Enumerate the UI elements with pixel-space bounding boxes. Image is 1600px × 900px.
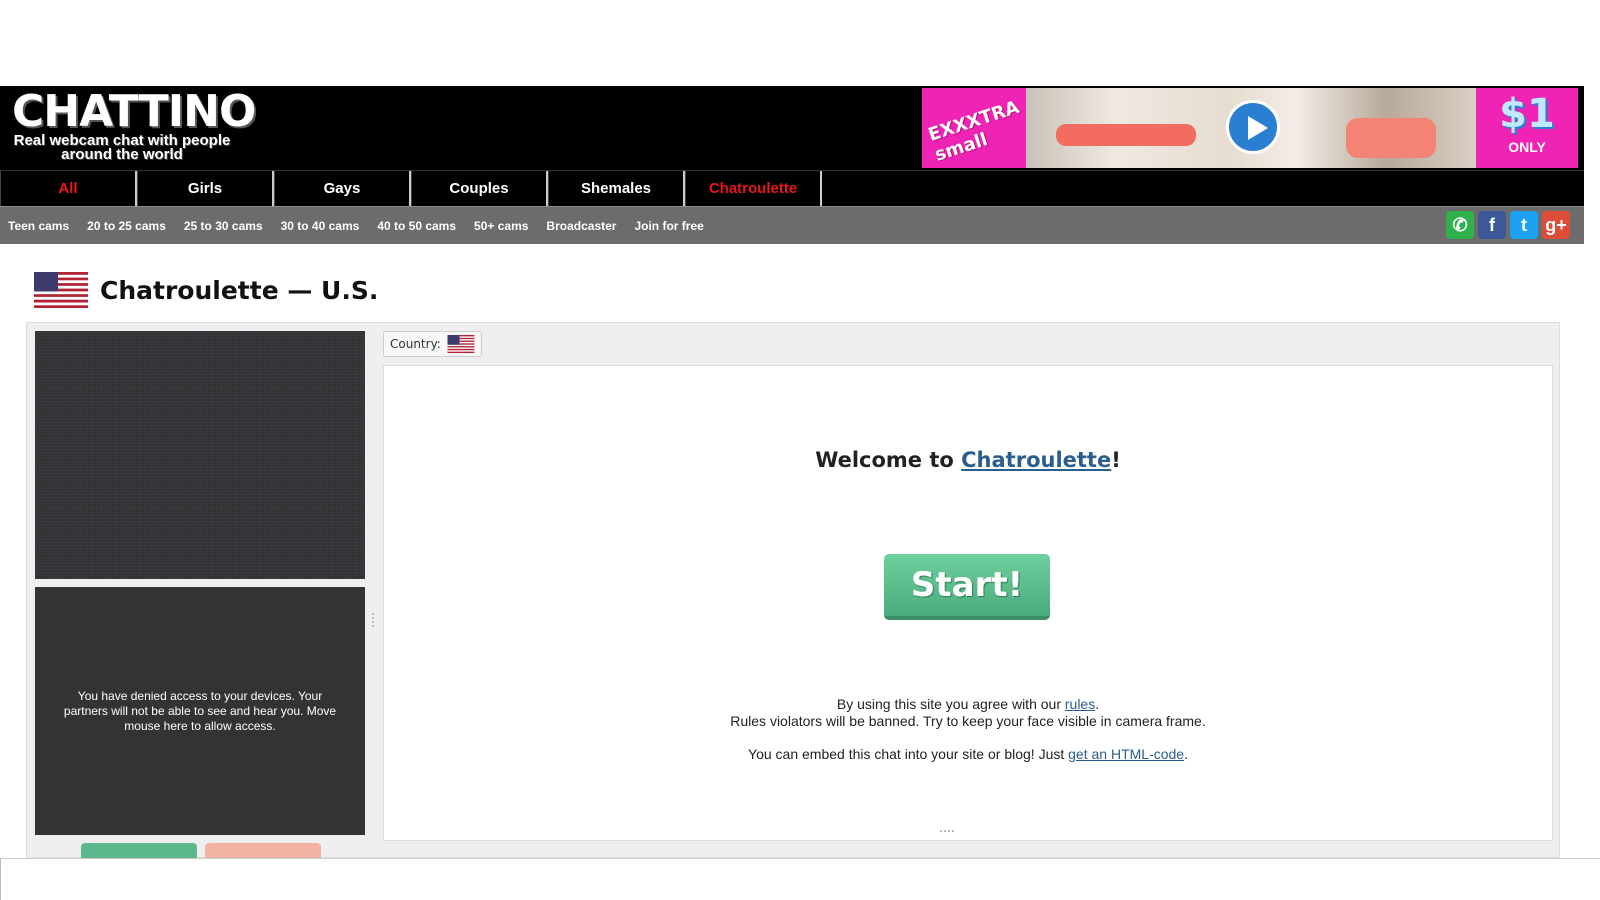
chat-panel: Welcome to Chatroulette! Start! By using… (383, 365, 1553, 841)
resize-handle[interactable] (372, 613, 374, 627)
logo-title: CHATTINO (12, 86, 256, 137)
google-plus-icon[interactable]: g+ (1542, 211, 1570, 239)
play-icon[interactable] (1226, 100, 1280, 154)
nav-tab-gays[interactable]: Gays (274, 171, 411, 206)
page-title-row: Chatroulette — U.S. (34, 272, 378, 308)
welcome-prefix: Welcome to (815, 448, 962, 472)
chat-container: You have denied access to your devices. … (26, 322, 1560, 859)
nav-tab-all[interactable]: All (0, 171, 137, 206)
whatsapp-icon[interactable]: ✆ (1446, 211, 1474, 239)
banner-price: $1 ONLY (1476, 88, 1578, 168)
page: CHATTINO Real webcam chat with people ar… (0, 0, 1600, 900)
banner-price-caption: ONLY (1508, 139, 1546, 155)
ad-banner[interactable]: EXXXTRA small $1 ONLY (922, 88, 1578, 168)
nav-tab-couples[interactable]: Couples (411, 171, 548, 206)
stop-button[interactable] (205, 843, 321, 859)
subnav-item[interactable]: 25 to 30 cams (184, 219, 263, 233)
own-video[interactable]: You have denied access to your devices. … (35, 587, 365, 835)
welcome-heading: Welcome to Chatroulette! (384, 448, 1552, 472)
country-selector[interactable]: Country: (383, 331, 482, 357)
subnav-item[interactable]: Broadcaster (546, 219, 616, 233)
site-header: CHATTINO Real webcam chat with people ar… (0, 86, 1584, 170)
nav-tab-shemales[interactable]: Shemales (548, 171, 685, 206)
logo-tagline: Real webcam chat with people around the … (13, 132, 231, 163)
banner-brand: EXXXTRA small (922, 88, 1026, 168)
banner-photo-figure-1 (1056, 124, 1196, 146)
html-code-link[interactable]: get an HTML-code (1068, 746, 1184, 762)
rules-suffix: . (1095, 696, 1100, 712)
social-links: ✆ f t g+ (1446, 211, 1570, 239)
site-logo[interactable]: CHATTINO Real webcam chat with people ar… (12, 86, 256, 163)
chatroulette-link[interactable]: Chatroulette (961, 448, 1111, 472)
twitter-icon[interactable]: t (1510, 211, 1538, 239)
next-button[interactable] (81, 843, 197, 859)
start-button[interactable]: Start! (884, 554, 1050, 620)
partner-video (35, 331, 365, 579)
device-access-notice: You have denied access to your devices. … (63, 688, 337, 733)
footer-divider (0, 858, 1600, 859)
us-flag-icon (447, 335, 475, 353)
embed-suffix: . (1184, 746, 1188, 762)
subnav-item[interactable]: Join for free (634, 219, 703, 233)
subnav-item[interactable]: 30 to 40 cams (281, 219, 360, 233)
rules-info: By using this site you agree with our ru… (384, 696, 1552, 763)
resize-grip[interactable] (940, 830, 954, 834)
banner-photo-figure-2 (1346, 118, 1436, 158)
subnav-item[interactable]: 20 to 25 cams (87, 219, 166, 233)
banner-price-value: $1 (1499, 91, 1555, 137)
banner-photo (1026, 88, 1476, 168)
nav-tab-girls[interactable]: Girls (137, 171, 274, 206)
rules-link[interactable]: rules (1065, 696, 1095, 712)
page-title: Chatroulette — U.S. (100, 275, 379, 305)
subnav-item[interactable]: 40 to 50 cams (377, 219, 456, 233)
facebook-icon[interactable]: f (1478, 211, 1506, 239)
subnav-item[interactable]: Teen cams (8, 219, 69, 233)
embed-prefix: You can embed this chat into your site o… (748, 746, 1069, 762)
footer-edge (0, 858, 1, 900)
welcome-suffix: ! (1111, 448, 1121, 472)
banner-brand-text: EXXXTRA small (925, 96, 1022, 166)
rules-prefix: By using this site you agree with our (836, 696, 1065, 712)
rules-line-2: Rules violators will be banned. Try to k… (730, 713, 1206, 729)
main-nav: All Girls Gays Couples Shemales Chatroulette (0, 170, 1584, 206)
nav-tab-chatroulette[interactable]: Chatroulette (685, 171, 822, 206)
embed-line: You can embed this chat into your site o… (384, 746, 1552, 763)
rules-line-1: By using this site you agree with our ru… (384, 696, 1552, 713)
subnav-item[interactable]: 50+ cams (474, 219, 528, 233)
country-label: Country: (390, 337, 441, 351)
sub-nav: Teen cams 20 to 25 cams 25 to 30 cams 30 to… (0, 206, 1584, 244)
us-flag-icon (34, 272, 88, 308)
